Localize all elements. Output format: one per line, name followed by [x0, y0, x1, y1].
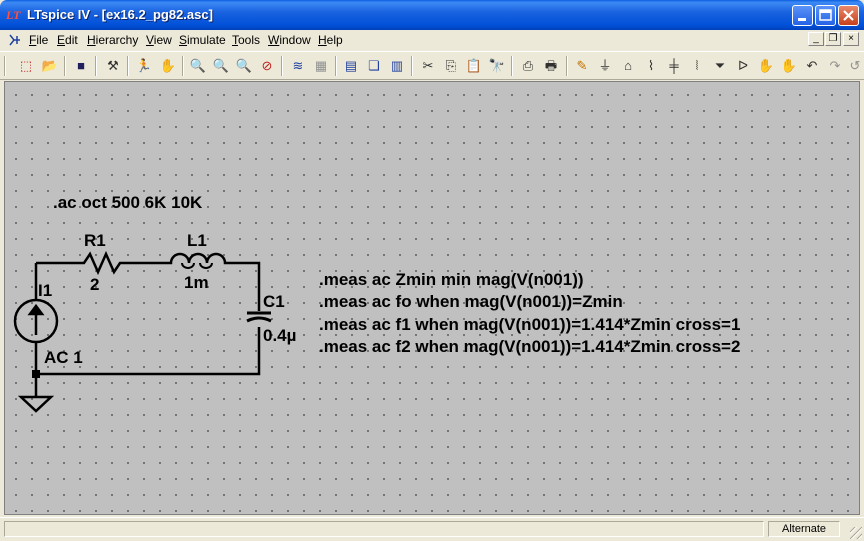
- r1-value-label[interactable]: 2: [90, 275, 99, 295]
- l1-name-label[interactable]: L1: [187, 231, 207, 251]
- c1-value-label[interactable]: 0.4µ: [263, 326, 296, 346]
- c1-name-label[interactable]: C1: [263, 292, 285, 312]
- ac-directive[interactable]: .ac oct 500 6K 10K: [53, 193, 202, 213]
- meas-directive-zmin[interactable]: .meas ac Zmin min mag(V(n001)): [319, 270, 584, 290]
- l1-value-label[interactable]: 1m: [184, 273, 209, 293]
- status-mode: Alternate: [768, 521, 840, 537]
- inductor-l1[interactable]: [169, 252, 227, 265]
- r1-name-label[interactable]: R1: [84, 231, 106, 251]
- schematic-drawing: [13, 250, 272, 413]
- meas-directive-f1[interactable]: .meas ac f1 when mag(V(n001))=1.414*Zmin…: [319, 315, 740, 335]
- i1-name-label[interactable]: I1: [38, 281, 52, 301]
- status-message-pane: [4, 521, 764, 537]
- schematic-canvas[interactable]: .ac oct 500 6K 10K R1 2 L1 1m C1 0.4µ I1…: [4, 81, 860, 515]
- resize-grip-icon[interactable]: [850, 527, 862, 539]
- capacitor-c1-plate-bottom[interactable]: [246, 316, 272, 323]
- status-bar: Alternate: [0, 517, 864, 541]
- resistor-r1[interactable]: [78, 250, 123, 276]
- meas-directive-f2[interactable]: .meas ac f2 when mag(V(n001))=1.414*Zmin…: [319, 337, 740, 357]
- current-source-arrow-head: [27, 303, 45, 316]
- wire[interactable]: [227, 261, 261, 311]
- ground-symbol[interactable]: [17, 395, 55, 413]
- junction-dot: [32, 370, 40, 378]
- inductor-l1-loops: [181, 262, 213, 269]
- meas-directive-fo[interactable]: .meas ac fo when mag(V(n001))=Zmin: [319, 292, 623, 312]
- i1-value-label[interactable]: AC 1: [44, 348, 83, 368]
